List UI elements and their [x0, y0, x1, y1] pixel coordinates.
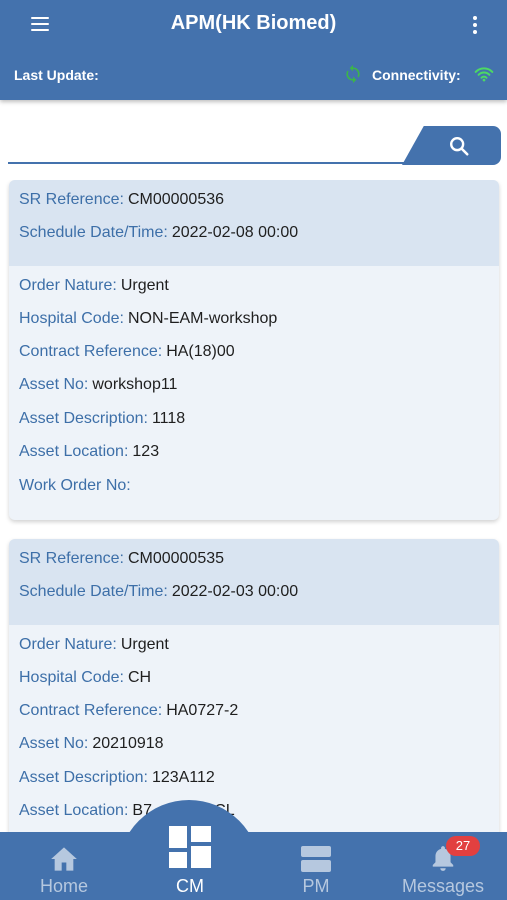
nav-cm[interactable]: CM: [130, 826, 250, 900]
card-header: SR Reference: CM00000535 Schedule Date/Ti…: [9, 539, 499, 625]
asset-location-row: Asset Location: 123: [19, 443, 159, 461]
sr-reference-row: SR Reference: CM00000536: [19, 191, 224, 209]
search-icon: [449, 136, 469, 156]
asset-description-value: 123A112: [151, 769, 215, 786]
work-order-card[interactable]: SR Reference: CM00000535 Schedule Date/Ti…: [9, 539, 499, 832]
schedule-value: 2022-02-08 00:00: [171, 224, 299, 241]
asset-no-value: workshop11: [92, 376, 178, 393]
nav-cm-label: CM: [176, 876, 204, 896]
sr-reference-value: CM00000536: [127, 191, 225, 208]
asset-location-label: Asset Location:: [19, 443, 129, 460]
hospital-code-label: Hospital Code:: [19, 310, 124, 327]
contract-reference-row: Contract Reference: HA0727-2: [19, 702, 238, 720]
contract-reference-value: HA0727-2: [166, 702, 239, 719]
order-nature-label: Order Nature:: [19, 277, 117, 294]
schedule-label: Schedule Date/Time:: [19, 224, 168, 241]
app-title: APM(HK Biomed): [170, 12, 337, 34]
nav-pm[interactable]: PM: [256, 832, 376, 900]
sr-reference-row: SR Reference: CM00000535: [19, 550, 224, 568]
contract-reference-value: HA(18)00: [166, 343, 235, 360]
asset-no-label: Asset No:: [19, 376, 89, 393]
sync-icon[interactable]: [343, 64, 363, 84]
order-nature-label: Order Nature:: [19, 636, 117, 653]
sr-reference-value: CM00000535: [127, 550, 225, 567]
order-nature-row: Order Nature: Urgent: [19, 277, 169, 295]
asset-location-label: Asset Location:: [19, 802, 129, 819]
connectivity-label: Connectivity:: [372, 67, 461, 83]
asset-description-row: Asset Description: 1118: [19, 410, 185, 428]
work-order-card[interactable]: SR Reference: CM00000536 Schedule Date/Ti…: [9, 180, 499, 520]
hospital-code-label: Hospital Code:: [19, 669, 124, 686]
contract-reference-label: Contract Reference:: [19, 702, 163, 719]
asset-no-row: Asset No: 20210918: [19, 735, 164, 753]
hospital-code-value: NON-EAM-workshop: [127, 310, 278, 327]
hospital-code-row: Hospital Code: CH: [19, 669, 151, 687]
nav-home[interactable]: Home: [4, 832, 124, 900]
asset-no-label: Asset No:: [19, 735, 89, 752]
asset-description-label: Asset Description:: [19, 769, 148, 786]
home-icon: [51, 847, 77, 871]
asset-location-value: 123: [132, 443, 160, 460]
wifi-icon: [474, 67, 494, 82]
nav-pm-label: PM: [302, 876, 330, 896]
work-order-no-label: Work Order No:: [19, 477, 131, 494]
contract-reference-label: Contract Reference:: [19, 343, 163, 360]
work-order-list: SR Reference: CM00000536 Schedule Date/Ti…: [0, 180, 507, 832]
pm-icon: [301, 846, 331, 872]
asset-no-value: 20210918: [92, 735, 164, 752]
asset-description-row: Asset Description: 123A112: [19, 769, 215, 787]
schedule-label: Schedule Date/Time:: [19, 583, 168, 600]
bottom-nav: Home CM PM Messages: [0, 826, 507, 900]
nav-messages[interactable]: Messages: [383, 832, 503, 900]
schedule-row: Schedule Date/Time: 2022-02-03 00:00: [19, 583, 298, 601]
order-nature-row: Order Nature: Urgent: [19, 636, 169, 654]
contract-reference-row: Contract Reference: HA(18)00: [19, 343, 235, 361]
hospital-code-value: CH: [127, 669, 152, 686]
search-input[interactable]: [8, 126, 406, 164]
cm-grid-icon: [169, 826, 211, 868]
messages-badge: 27: [446, 836, 480, 856]
order-nature-value: Urgent: [120, 277, 169, 294]
nav-home-label: Home: [39, 876, 88, 896]
schedule-row: Schedule Date/Time: 2022-02-08 00:00: [19, 224, 298, 242]
app-header: APM(HK Biomed) Last Update: Connectivity…: [0, 0, 507, 100]
asset-no-row: Asset No: workshop11: [19, 376, 177, 394]
nav-messages-label: Messages: [401, 876, 485, 896]
card-header: SR Reference: CM00000536 Schedule Date/Ti…: [9, 180, 499, 266]
search-button[interactable]: [402, 126, 501, 165]
search-bar: [0, 126, 507, 166]
sr-reference-label: SR Reference:: [19, 191, 124, 208]
schedule-value: 2022-02-03 00:00: [171, 583, 299, 600]
sr-reference-label: SR Reference:: [19, 550, 124, 567]
hospital-code-row: Hospital Code: NON-EAM-workshop: [19, 310, 277, 328]
asset-description-value: 1118: [151, 410, 186, 427]
order-nature-value: Urgent: [120, 636, 169, 653]
work-order-no-row: Work Order No:: [19, 477, 135, 495]
last-update-label: Last Update:: [14, 67, 99, 83]
more-vert-icon[interactable]: [468, 16, 482, 34]
asset-description-label: Asset Description:: [19, 410, 148, 427]
